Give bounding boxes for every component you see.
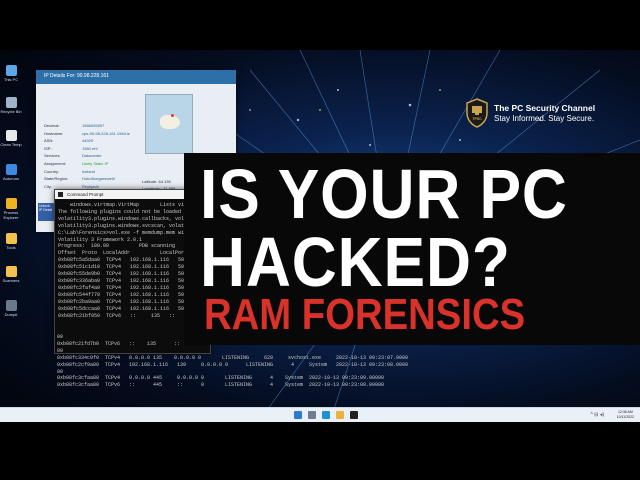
desktop-icon-label: Scanners	[2, 278, 20, 283]
channel-tagline: Stay Informed. Stay Secure.	[494, 113, 595, 123]
start-button[interactable]	[294, 411, 302, 419]
desktop-icon-scanners[interactable]: Scanners	[0, 266, 26, 283]
ip-detail-row: ASN: 44925	[44, 138, 94, 144]
desktop-icon-autoruns[interactable]: Autoruns	[0, 164, 26, 181]
cmd-output-line: 00	[57, 347, 64, 354]
clock-time: 12:36 AM	[617, 410, 633, 414]
ip-detail-row: Country: Iceland	[44, 168, 95, 174]
latitude-value: 64.135	[158, 179, 171, 184]
location-map[interactable]	[145, 94, 193, 154]
channel-badge-text: TPSC	[472, 117, 482, 121]
ip-detail-row: Hostname: vps-90-98-228-161.1984.is	[44, 130, 130, 136]
cmd-output-line: 0xb08fc3cfaa80 TCPv6 :: 445 :: 0 LISTENI…	[57, 382, 385, 389]
file-explorer-icon[interactable]	[336, 411, 344, 419]
headline-line-1: IS YOUR PC	[200, 155, 568, 233]
desktop-icon-label: Dumpit	[4, 312, 18, 317]
ip-detail-row: ISP: 1984 ehf	[44, 145, 98, 151]
recycle-bin-icon	[5, 97, 17, 108]
cmd-output-line: 00	[57, 368, 64, 375]
latitude-label: Latitude:	[142, 179, 158, 184]
folder-icon	[5, 233, 17, 244]
desktop-icon-label: Process Explorer	[3, 210, 19, 220]
cmd-output-line: 0xb08fc2cf9a80 TCPv4 192.168.1.116 139 0…	[57, 361, 409, 368]
desktop-icon-label: Autoruns	[2, 176, 19, 181]
ip-details-list: Decimal: 1566005557 Hostname: vps-90-98-22…	[44, 122, 130, 190]
map-pin-icon	[171, 114, 174, 117]
ip-detail-row: State/Region: Hofuðborgarsvæði	[44, 176, 115, 182]
desktop-icon-label: Recycle Bin	[0, 109, 22, 114]
search-icon[interactable]	[308, 411, 316, 419]
headline-subtitle: RAM FORENSICS	[204, 290, 526, 339]
desktop-icon-label: Clean Temp	[0, 142, 22, 147]
unlock-ip-detail-popup[interactable]: Unlock IP Detail	[38, 203, 54, 221]
terminal-icon[interactable]	[350, 411, 358, 419]
folder-icon	[5, 266, 17, 277]
clean-temp-icon	[5, 130, 17, 141]
edge-browser-icon[interactable]	[322, 411, 330, 419]
map-landmass	[160, 115, 180, 129]
ip-detail-row: Decimal: 1566005557	[44, 123, 105, 128]
channel-shield-logo: TPSC	[466, 98, 488, 128]
desktop-icon-clean-temp[interactable]: Clean Temp	[0, 130, 26, 147]
ip-window-title: IP Details For: 90.98.228.161	[44, 73, 109, 79]
desktop-icon-dumpit[interactable]: Dumpit	[0, 300, 26, 317]
channel-name: The PC Security Channel	[494, 102, 596, 113]
autoruns-icon	[5, 164, 17, 175]
cmd-output-line: 0xb08fc334c9f0 TCPv4 0.0.0.0 135 0.0.0.0…	[57, 354, 409, 361]
headline-line-2: HACKED?	[200, 223, 511, 301]
channel-branding: TPSC The PC Security Channel Stay Inform…	[466, 98, 595, 128]
desktop-icon-this-pc[interactable]: This PC	[0, 65, 26, 82]
desktop-icon-label: This PC	[3, 77, 19, 82]
ip-detail-row: Assignment: Likely Static IP	[44, 160, 109, 166]
desktop-icon-label: Tools	[6, 245, 16, 250]
video-thumbnail: This PC Recycle Bin Clean Temp Autoruns …	[0, 0, 640, 480]
desktop-icon-recycle-bin[interactable]: Recycle Bin	[0, 97, 26, 114]
desktop-icon-process-explorer[interactable]: Process Explorer	[0, 198, 26, 220]
clock-date: 10/11/2022	[616, 414, 634, 419]
process-explorer-icon	[5, 198, 17, 209]
taskbar: ^ ⊟ ◂) 12:36 AM 10/11/2022	[0, 407, 640, 422]
cmd-output-line: 0xb08fc3cfaa80 TCPv4 0.0.0.0 445 0.0.0.0…	[57, 375, 385, 382]
computer-icon	[5, 65, 17, 76]
ip-detail-row: Services: Datacenter	[44, 153, 102, 159]
system-tray[interactable]: ^ ⊟ ◂)	[591, 412, 605, 418]
dumpit-icon	[5, 300, 17, 311]
desktop-icon-tools[interactable]: Tools	[0, 233, 26, 250]
taskbar-clock[interactable]: 12:36 AM 10/11/2022	[617, 410, 634, 419]
